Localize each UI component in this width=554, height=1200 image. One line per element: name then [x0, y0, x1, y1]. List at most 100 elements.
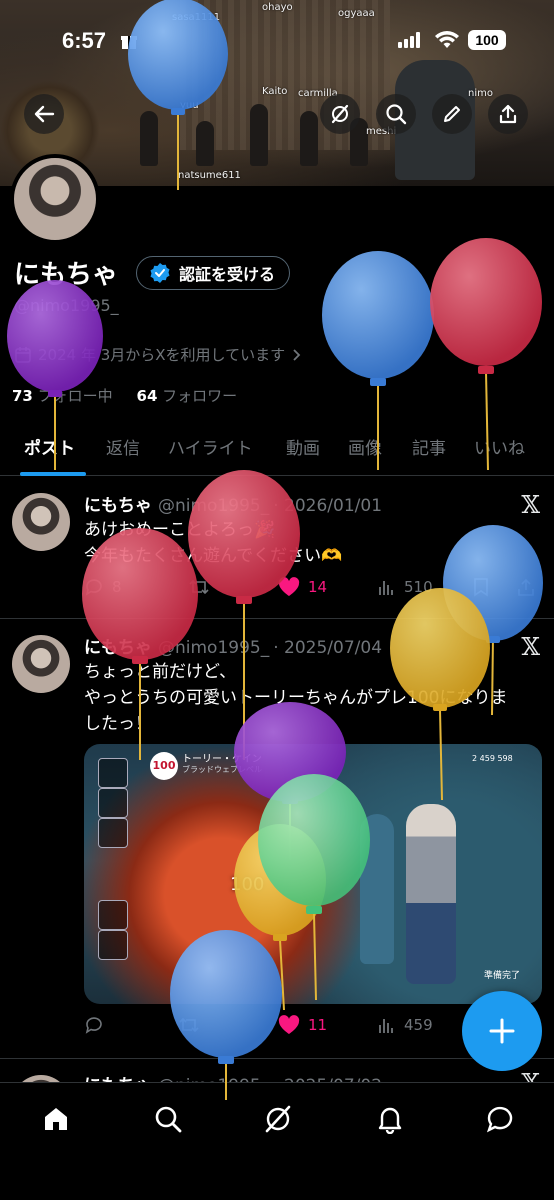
media-side-icon	[98, 788, 128, 818]
views-button[interactable]: 510	[376, 577, 433, 597]
views-icon	[379, 581, 393, 595]
media-title: トーリー・ケイン	[182, 754, 262, 765]
like-button[interactable]: 14	[278, 577, 327, 597]
status-bar: 6:57 100	[0, 22, 554, 62]
post-text-line: 今年もたくさん遊んでください🫶	[84, 546, 343, 566]
search-icon	[386, 104, 407, 125]
share-post-button[interactable]	[516, 577, 536, 597]
post-actions: 8 14 510	[84, 577, 544, 601]
search-button[interactable]	[376, 94, 416, 134]
cellular-signal-icon	[398, 32, 420, 48]
profile-tabs: ポスト 返信 ハイライト 動画 画像 記事 いいね	[0, 420, 554, 476]
joined-text: 2024 年 3月からXを利用しています	[38, 346, 286, 364]
following-count: 73	[12, 387, 33, 405]
share-button[interactable]	[488, 94, 528, 134]
repost-button[interactable]	[188, 577, 210, 597]
reply-button[interactable]: 8	[84, 577, 122, 597]
banner-label: Kaito	[262, 86, 288, 97]
tab-articles[interactable]: 記事	[412, 434, 446, 459]
post-text-line: あけおめーことよろっ🎉	[84, 520, 276, 540]
media-subtitle: ブラッドウェブレベル	[182, 765, 262, 774]
post-avatar[interactable]	[12, 635, 70, 693]
repost-icon	[179, 1017, 199, 1033]
tab-replies[interactable]: 返信	[106, 434, 140, 459]
nav-notifications[interactable]	[372, 1101, 408, 1137]
nav-search[interactable]	[150, 1101, 186, 1137]
tab-likes[interactable]: いいね	[474, 434, 525, 459]
bell-icon	[378, 1107, 402, 1134]
reply-count: 8	[112, 578, 122, 596]
like-count: 11	[308, 1016, 328, 1034]
views-button[interactable]: 459	[376, 1015, 433, 1035]
status-time: 6:57	[62, 28, 107, 53]
plus-icon	[489, 1018, 515, 1044]
share-icon	[518, 578, 534, 596]
edit-button[interactable]	[432, 94, 472, 134]
x-logo-icon: 𝕏	[521, 633, 540, 661]
post-date: · 2025/07/04	[273, 638, 383, 658]
post-text: あけおめーことよろっ🎉 今年もたくさん遊んでください🫶	[84, 517, 544, 569]
post-author-name: にもちゃ	[84, 496, 152, 516]
reply-icon	[85, 579, 102, 596]
post[interactable]: にもちゃ @nimo1995_ · 2026/01/01 𝕏 あけおめーことよろっ🎉…	[0, 477, 554, 619]
followers-count: 64	[136, 387, 158, 405]
profile-handle: @nimo1995_	[14, 296, 119, 315]
search-icon	[155, 1106, 182, 1133]
post-author-handle: @nimo1995_	[158, 496, 270, 516]
grok-icon	[265, 1105, 291, 1133]
media-side-icon	[98, 930, 128, 960]
nav-home[interactable]	[38, 1101, 74, 1137]
like-button[interactable]: 11	[278, 1015, 327, 1035]
post-header: にもちゃ @nimo1995_ · 2026/01/01	[84, 491, 382, 516]
nav-grok[interactable]	[260, 1101, 296, 1137]
pencil-icon	[444, 106, 460, 122]
media-character	[360, 814, 394, 964]
banner-label: natsume611	[178, 170, 241, 181]
banner-figure	[250, 104, 268, 166]
back-button[interactable]	[24, 94, 64, 134]
home-icon	[45, 1108, 67, 1130]
share-icon	[499, 104, 517, 124]
banner-label: nimo	[468, 88, 493, 99]
nav-messages[interactable]	[482, 1101, 518, 1137]
tab-videos[interactable]: 動画	[286, 434, 320, 459]
x-logo-icon: 𝕏	[521, 491, 540, 519]
arrow-left-icon	[34, 105, 55, 123]
grok-button[interactable]	[320, 94, 360, 134]
battery-indicator: 100	[468, 30, 506, 50]
banner-label: yuu	[180, 100, 199, 111]
view-count: 459	[404, 1016, 433, 1034]
post-text-line: ちょっと前だけど、	[84, 662, 237, 682]
post-text-line: やっとうちの可愛いトーリーちゃんがプレ100になりま	[84, 688, 508, 708]
bookmark-button[interactable]	[472, 577, 490, 597]
profile-avatar[interactable]	[10, 154, 100, 244]
reply-button[interactable]	[84, 1015, 104, 1035]
banner-figure	[196, 121, 214, 166]
followers-link[interactable]: 64 フォロワー	[137, 387, 238, 405]
tab-highlights[interactable]: ハイライト	[168, 434, 253, 459]
display-name: にもちゃ	[14, 260, 119, 290]
post-avatar[interactable]	[12, 493, 70, 551]
tab-photos[interactable]: 画像	[348, 434, 382, 459]
media-character	[406, 804, 456, 984]
repost-icon	[189, 579, 209, 595]
media-side-icon	[98, 758, 128, 788]
get-verified-button[interactable]: 認証を受ける	[136, 256, 291, 290]
heart-filled-icon	[278, 1015, 300, 1034]
post-author-name: にもちゃ	[84, 638, 152, 658]
follow-stats: 73 フォロー中 64 フォロワー	[12, 385, 237, 406]
joined-date[interactable]: 2024 年 3月からXを利用しています	[14, 344, 303, 365]
tab-posts[interactable]: ポスト	[24, 434, 75, 459]
heart-filled-icon	[278, 577, 300, 596]
following-link[interactable]: 73 フォロー中	[12, 387, 113, 405]
post-image[interactable]: 100 トーリー・ケイン ブラッドウェブレベル 2 459 598 100 準備…	[84, 744, 542, 1004]
repost-button[interactable]	[178, 1015, 200, 1035]
prestige-badge: 100	[150, 752, 178, 780]
post-author-handle: @nimo1995_	[158, 638, 270, 658]
banner-label: ohayo	[262, 2, 293, 13]
banner-figure	[300, 111, 318, 166]
reply-icon	[85, 1017, 102, 1034]
active-tab-indicator	[20, 472, 86, 476]
compose-post-button[interactable]	[462, 991, 542, 1071]
banner-figure	[140, 111, 158, 166]
